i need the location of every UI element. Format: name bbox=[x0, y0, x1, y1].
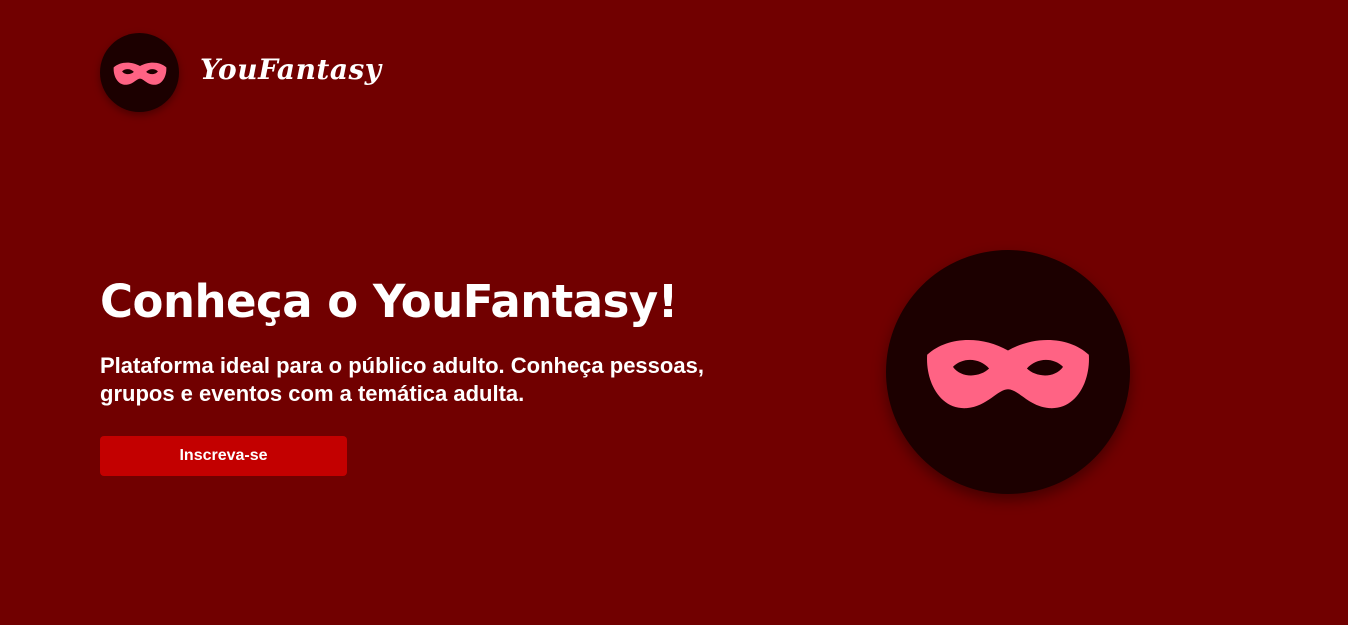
hero-illustration bbox=[886, 250, 1130, 494]
mask-icon bbox=[113, 62, 166, 85]
hero-subtitle: Plataforma ideal para o público adulto. … bbox=[100, 353, 704, 406]
hero-section: Conheça o YouFantasy! Plataforma ideal p… bbox=[100, 272, 760, 476]
hero-title: Conheça o YouFantasy! bbox=[100, 275, 678, 328]
signup-button[interactable]: Inscreva-se bbox=[100, 436, 347, 476]
mask-icon bbox=[927, 340, 1089, 409]
brand-name[interactable]: YouFantasy bbox=[200, 53, 382, 86]
logo[interactable] bbox=[100, 33, 179, 112]
landing-page: YouFantasy Conheça o YouFantasy! Platafo… bbox=[0, 0, 1348, 625]
site-header: YouFantasy bbox=[100, 33, 382, 112]
